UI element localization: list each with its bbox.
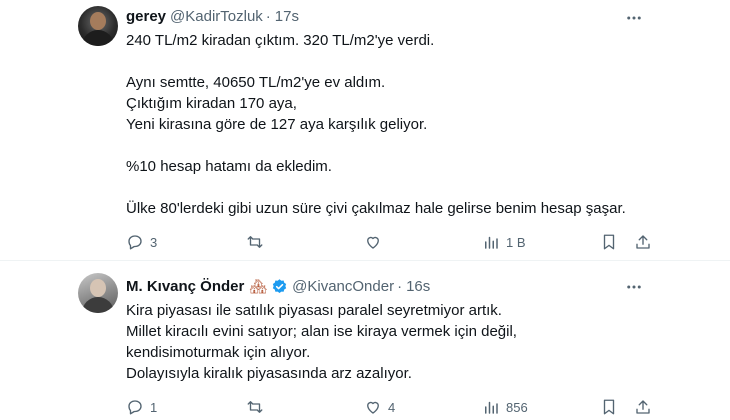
avatar[interactable] (78, 273, 118, 313)
more-icon (627, 16, 641, 20)
like-icon (367, 401, 379, 414)
separator-dot: · (265, 7, 271, 25)
more-button[interactable] (624, 277, 644, 297)
more-button[interactable] (624, 8, 644, 28)
bookmark-button[interactable] (600, 397, 618, 417)
tweet-header: gerey @KadirTozluk · 17s (126, 6, 299, 26)
like-button[interactable]: 4 (364, 397, 395, 417)
separator-dot: · (397, 277, 403, 295)
views-icon (485, 236, 498, 249)
action-bar: 1 4 856 (126, 397, 656, 417)
reply-icon (128, 400, 142, 415)
share-button[interactable] (634, 232, 652, 252)
like-button[interactable] (364, 232, 388, 252)
author-name[interactable]: M. Kıvanç Önder (126, 278, 244, 295)
tweet-line: Millet kiracılı evini satıyor; alan ise … (126, 323, 517, 340)
tweet[interactable]: gerey @KadirTozluk · 17s 240 TL/m2 kirad… (0, 0, 730, 260)
bookmark-icon (603, 234, 615, 250)
retweet-button[interactable] (246, 397, 270, 417)
reply-count: 3 (150, 234, 158, 250)
retweet-button[interactable] (246, 232, 270, 252)
tweet-line: Yeni kirasına göre de 127 aya karşılık g… (126, 116, 428, 133)
retweet-icon (247, 401, 263, 413)
author-handle[interactable]: @KadirTozluk (170, 8, 263, 25)
houses-emoji-icon: 🏘 (249, 277, 268, 294)
action-bar: 3 1 B (126, 232, 656, 252)
bookmark-icon (603, 399, 615, 415)
avatar-body-shape (82, 297, 114, 313)
tweet-line: %10 hesap hatamı da ekledim. (126, 158, 332, 175)
author-name[interactable]: gerey (126, 8, 166, 25)
views-count: 1 B (506, 234, 526, 250)
share-icon (636, 400, 650, 414)
tweet-text: 240 TL/m2 kiradan çıktım. 320 TL/m2'ye v… (126, 30, 686, 219)
tweet-line: kendisimoturmak için alıyor. (126, 344, 311, 361)
verified-icon (272, 278, 287, 293)
retweet-icon (247, 236, 263, 248)
tweet-line: Aynı semtte, 40650 TL/m2'ye ev aldım. (126, 74, 386, 91)
views-button[interactable]: 856 (482, 397, 528, 417)
tweet-time[interactable]: 17s (275, 8, 299, 25)
avatar-head-shape (90, 279, 106, 297)
avatar-body-shape (82, 30, 114, 46)
like-icon (367, 236, 379, 249)
avatar[interactable] (78, 6, 118, 46)
more-icon (627, 285, 641, 289)
share-icon (636, 235, 650, 249)
bookmark-button[interactable] (600, 232, 618, 252)
author-handle[interactable]: @KivancOnder (292, 278, 394, 295)
tweet-line: Kira piyasası ile satılık piyasası paral… (126, 302, 502, 319)
tweet-line: 240 TL/m2 kiradan çıktım. 320 TL/m2'ye v… (126, 32, 435, 49)
views-icon (485, 401, 498, 414)
views-button[interactable]: 1 B (482, 232, 526, 252)
reply-icon (128, 235, 142, 250)
tweet-line: Ülke 80'lerdeki gibi uzun süre çivi çakı… (126, 200, 626, 217)
tweet-text: Kira piyasası ile satılık piyasası paral… (126, 300, 686, 384)
reply-button[interactable]: 3 (126, 232, 157, 252)
tweet-header: M. Kıvanç Önder 🏘 @KivancOnder · 16s (126, 276, 430, 296)
like-count: 4 (388, 399, 396, 415)
tweet-line: Çıktığım kiradan 170 aya, (126, 95, 297, 112)
tweet-line: Dolayısıyla kiralık piyasasında arz azal… (126, 365, 412, 382)
avatar-head-shape (90, 12, 106, 30)
share-button[interactable] (634, 397, 652, 417)
reply-button[interactable]: 1 (126, 397, 157, 417)
tweet-time[interactable]: 16s (406, 278, 430, 295)
reply-count: 1 (150, 399, 158, 415)
views-count: 856 (506, 399, 528, 415)
